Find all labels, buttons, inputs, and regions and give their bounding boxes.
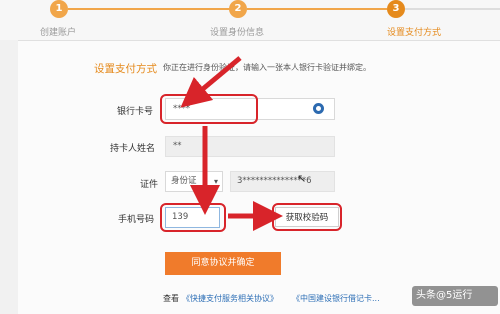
chevron-down-icon: ▾ (213, 177, 218, 186)
mouse-cursor-icon: ↖ (297, 172, 307, 185)
step-1-badge: 1 (50, 0, 68, 18)
step-2-badge: 2 (229, 0, 247, 18)
id-label: 证件 (140, 180, 159, 190)
agree-confirm-button[interactable]: 同意协议并确定 (165, 252, 281, 275)
step-connector (247, 8, 387, 10)
highlight-get-code (272, 203, 342, 231)
step-2-label: 设置身份信息 (210, 28, 265, 38)
id-number-input: 3***************6 (230, 171, 335, 192)
watermark: 头条@5运行 (412, 286, 498, 306)
progress-steps: 1 2 3 创建账户 设置身份信息 设置支付方式 (0, 0, 500, 40)
cardholder-label: 持卡人姓名 (110, 144, 156, 154)
bank-agreement-link[interactable]: 《中国建设银行借记卡... (292, 293, 380, 304)
cardholder-name-input: ** (165, 136, 335, 157)
step-3-label: 设置支付方式 (387, 28, 442, 38)
step-connector (405, 8, 500, 10)
cardholder-name-value: ** (173, 141, 182, 151)
section-description: 你正在进行身份验证，请输入一张本人银行卡验证并绑定。 (163, 63, 371, 72)
step-connector (68, 8, 233, 10)
phone-label: 手机号码 (118, 215, 155, 225)
id-type-value: 身份证 (171, 176, 197, 186)
section-title: 设置支付方式 (94, 63, 157, 75)
step-3-badge: 3 (387, 0, 405, 18)
id-type-select[interactable]: 身份证 ▾ (165, 171, 223, 192)
step-1-label: 创建账户 (40, 28, 77, 38)
highlight-card-number (160, 94, 258, 124)
card-number-label: 银行卡号 (117, 107, 154, 117)
highlight-phone (160, 203, 226, 232)
footer-prefix: 查看 (163, 294, 179, 303)
service-agreement-link[interactable]: 《快捷支付服务相关协议》 (182, 293, 278, 304)
bank-logo-icon (313, 103, 324, 114)
